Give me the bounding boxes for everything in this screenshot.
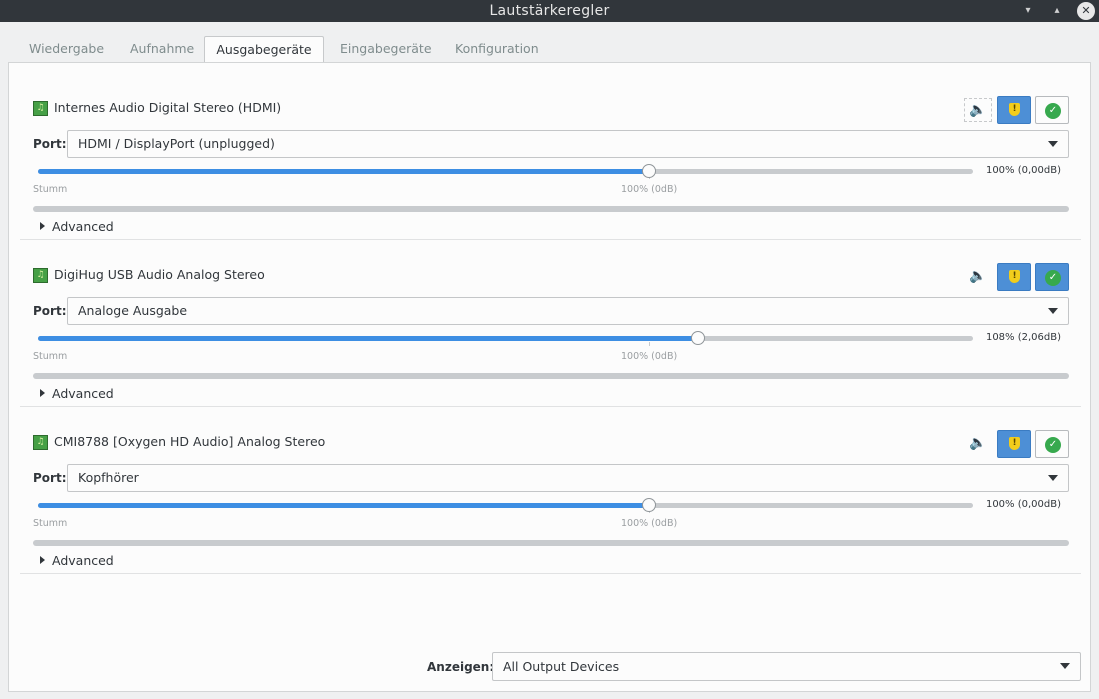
expand-arrow-icon xyxy=(40,556,45,564)
maximize-icon[interactable]: ▴ xyxy=(1049,3,1065,19)
tab-aufnahme[interactable]: Aufnahme xyxy=(130,36,194,62)
mute-button[interactable]: 🔈 xyxy=(964,432,992,456)
set-default-button[interactable]: ✓ xyxy=(1035,263,1069,291)
sound-card-icon: ♫ xyxy=(33,435,48,450)
mute-button[interactable]: 🔈 xyxy=(964,98,992,122)
chevron-down-icon xyxy=(1048,141,1058,147)
zero-db-mark: 100% (0dB) xyxy=(621,184,678,195)
mute-mark: Stumm xyxy=(33,518,68,529)
check-icon: ✓ xyxy=(1045,103,1061,119)
tab-ausgabegeraete[interactable]: Ausgabegeräte xyxy=(204,36,324,63)
speaker-icon: 🔈 xyxy=(969,268,987,284)
peak-meter xyxy=(33,373,1069,379)
set-default-button[interactable]: ✓ xyxy=(1035,430,1069,458)
shield-lock-icon: ! xyxy=(1009,103,1020,116)
shield-lock-icon: ! xyxy=(1009,270,1020,283)
sound-card-icon: ♫ xyxy=(33,101,48,116)
expand-arrow-icon xyxy=(40,389,45,397)
port-value: Kopfhörer xyxy=(78,470,139,485)
tab-eingabegeraete[interactable]: Eingabegeräte xyxy=(340,36,432,62)
title-bar: Lautstärkeregler ▾ ▴ ✕ xyxy=(0,0,1099,22)
device-row: ♫ DigiHug USB Audio Analog Stereo 🔈 ! ✓ … xyxy=(20,240,1081,407)
device-row: ♫ CMI8788 [Oxygen HD Audio] Analog Stere… xyxy=(20,407,1081,574)
advanced-toggle[interactable]: Advanced xyxy=(40,386,114,401)
show-filter-select[interactable]: All Output Devices xyxy=(492,652,1081,681)
lock-channels-button[interactable]: ! xyxy=(997,263,1031,291)
mute-button[interactable]: 🔈 xyxy=(964,265,992,289)
mute-mark: Stumm xyxy=(33,351,68,362)
advanced-label: Advanced xyxy=(52,219,114,234)
volume-level: 108% (2,06dB) xyxy=(985,332,1061,343)
device-name: Internes Audio Digital Stereo (HDMI) xyxy=(54,100,282,115)
volume-level: 100% (0,00dB) xyxy=(985,499,1061,510)
minimize-icon[interactable]: ▾ xyxy=(1020,3,1036,19)
zero-db-mark: 100% (0dB) xyxy=(621,351,678,362)
set-default-button[interactable]: ✓ xyxy=(1035,96,1069,124)
port-select[interactable]: Kopfhörer xyxy=(67,464,1069,492)
lock-channels-button[interactable]: ! xyxy=(997,430,1031,458)
port-select[interactable]: HDMI / DisplayPort (unplugged) xyxy=(67,130,1069,158)
volume-slider[interactable] xyxy=(38,498,973,513)
shield-lock-icon: ! xyxy=(1009,437,1020,450)
chevron-down-icon xyxy=(1048,475,1058,481)
zero-db-tick xyxy=(649,342,650,346)
speaker-icon: 🔈 xyxy=(969,102,987,118)
peak-meter xyxy=(33,540,1069,546)
advanced-label: Advanced xyxy=(52,553,114,568)
expand-arrow-icon xyxy=(40,222,45,230)
show-filter-value: All Output Devices xyxy=(503,659,620,674)
zero-db-mark: 100% (0dB) xyxy=(621,518,678,529)
volume-slider[interactable] xyxy=(38,164,973,179)
port-label: Port: xyxy=(33,137,67,151)
volume-fill xyxy=(38,503,650,508)
output-devices-panel: ♫ Internes Audio Digital Stereo (HDMI) 🔈… xyxy=(8,62,1091,692)
tab-wiedergabe[interactable]: Wiedergabe xyxy=(29,36,104,62)
device-name: CMI8788 [Oxygen HD Audio] Analog Stereo xyxy=(54,434,326,449)
peak-meter xyxy=(33,206,1069,212)
device-name: DigiHug USB Audio Analog Stereo xyxy=(54,267,265,282)
check-icon: ✓ xyxy=(1045,437,1061,453)
tab-konfiguration[interactable]: Konfiguration xyxy=(455,36,539,62)
chevron-down-icon xyxy=(1048,308,1058,314)
advanced-label: Advanced xyxy=(52,386,114,401)
volume-handle[interactable] xyxy=(642,164,657,178)
window-title: Lautstärkeregler xyxy=(489,3,610,19)
show-filter-label: Anzeigen: xyxy=(427,660,495,674)
volume-fill xyxy=(38,169,650,174)
advanced-toggle[interactable]: Advanced xyxy=(40,219,114,234)
volume-handle[interactable] xyxy=(642,498,657,512)
port-select[interactable]: Analoge Ausgabe xyxy=(67,297,1069,325)
sound-card-icon: ♫ xyxy=(33,268,48,283)
port-label: Port: xyxy=(33,304,67,318)
device-row: ♫ Internes Audio Digital Stereo (HDMI) 🔈… xyxy=(20,73,1081,240)
port-value: Analoge Ausgabe xyxy=(78,303,188,318)
volume-slider[interactable] xyxy=(38,331,973,346)
mute-mark: Stumm xyxy=(33,184,68,195)
port-label: Port: xyxy=(33,471,67,485)
volume-fill xyxy=(38,336,699,341)
advanced-toggle[interactable]: Advanced xyxy=(40,553,114,568)
port-value: HDMI / DisplayPort (unplugged) xyxy=(78,136,275,151)
check-icon: ✓ xyxy=(1045,270,1061,286)
close-icon[interactable]: ✕ xyxy=(1077,2,1095,20)
lock-channels-button[interactable]: ! xyxy=(997,96,1031,124)
speaker-icon: 🔈 xyxy=(969,435,987,451)
volume-level: 100% (0,00dB) xyxy=(985,165,1061,176)
volume-handle[interactable] xyxy=(691,331,706,345)
chevron-down-icon xyxy=(1060,663,1070,669)
